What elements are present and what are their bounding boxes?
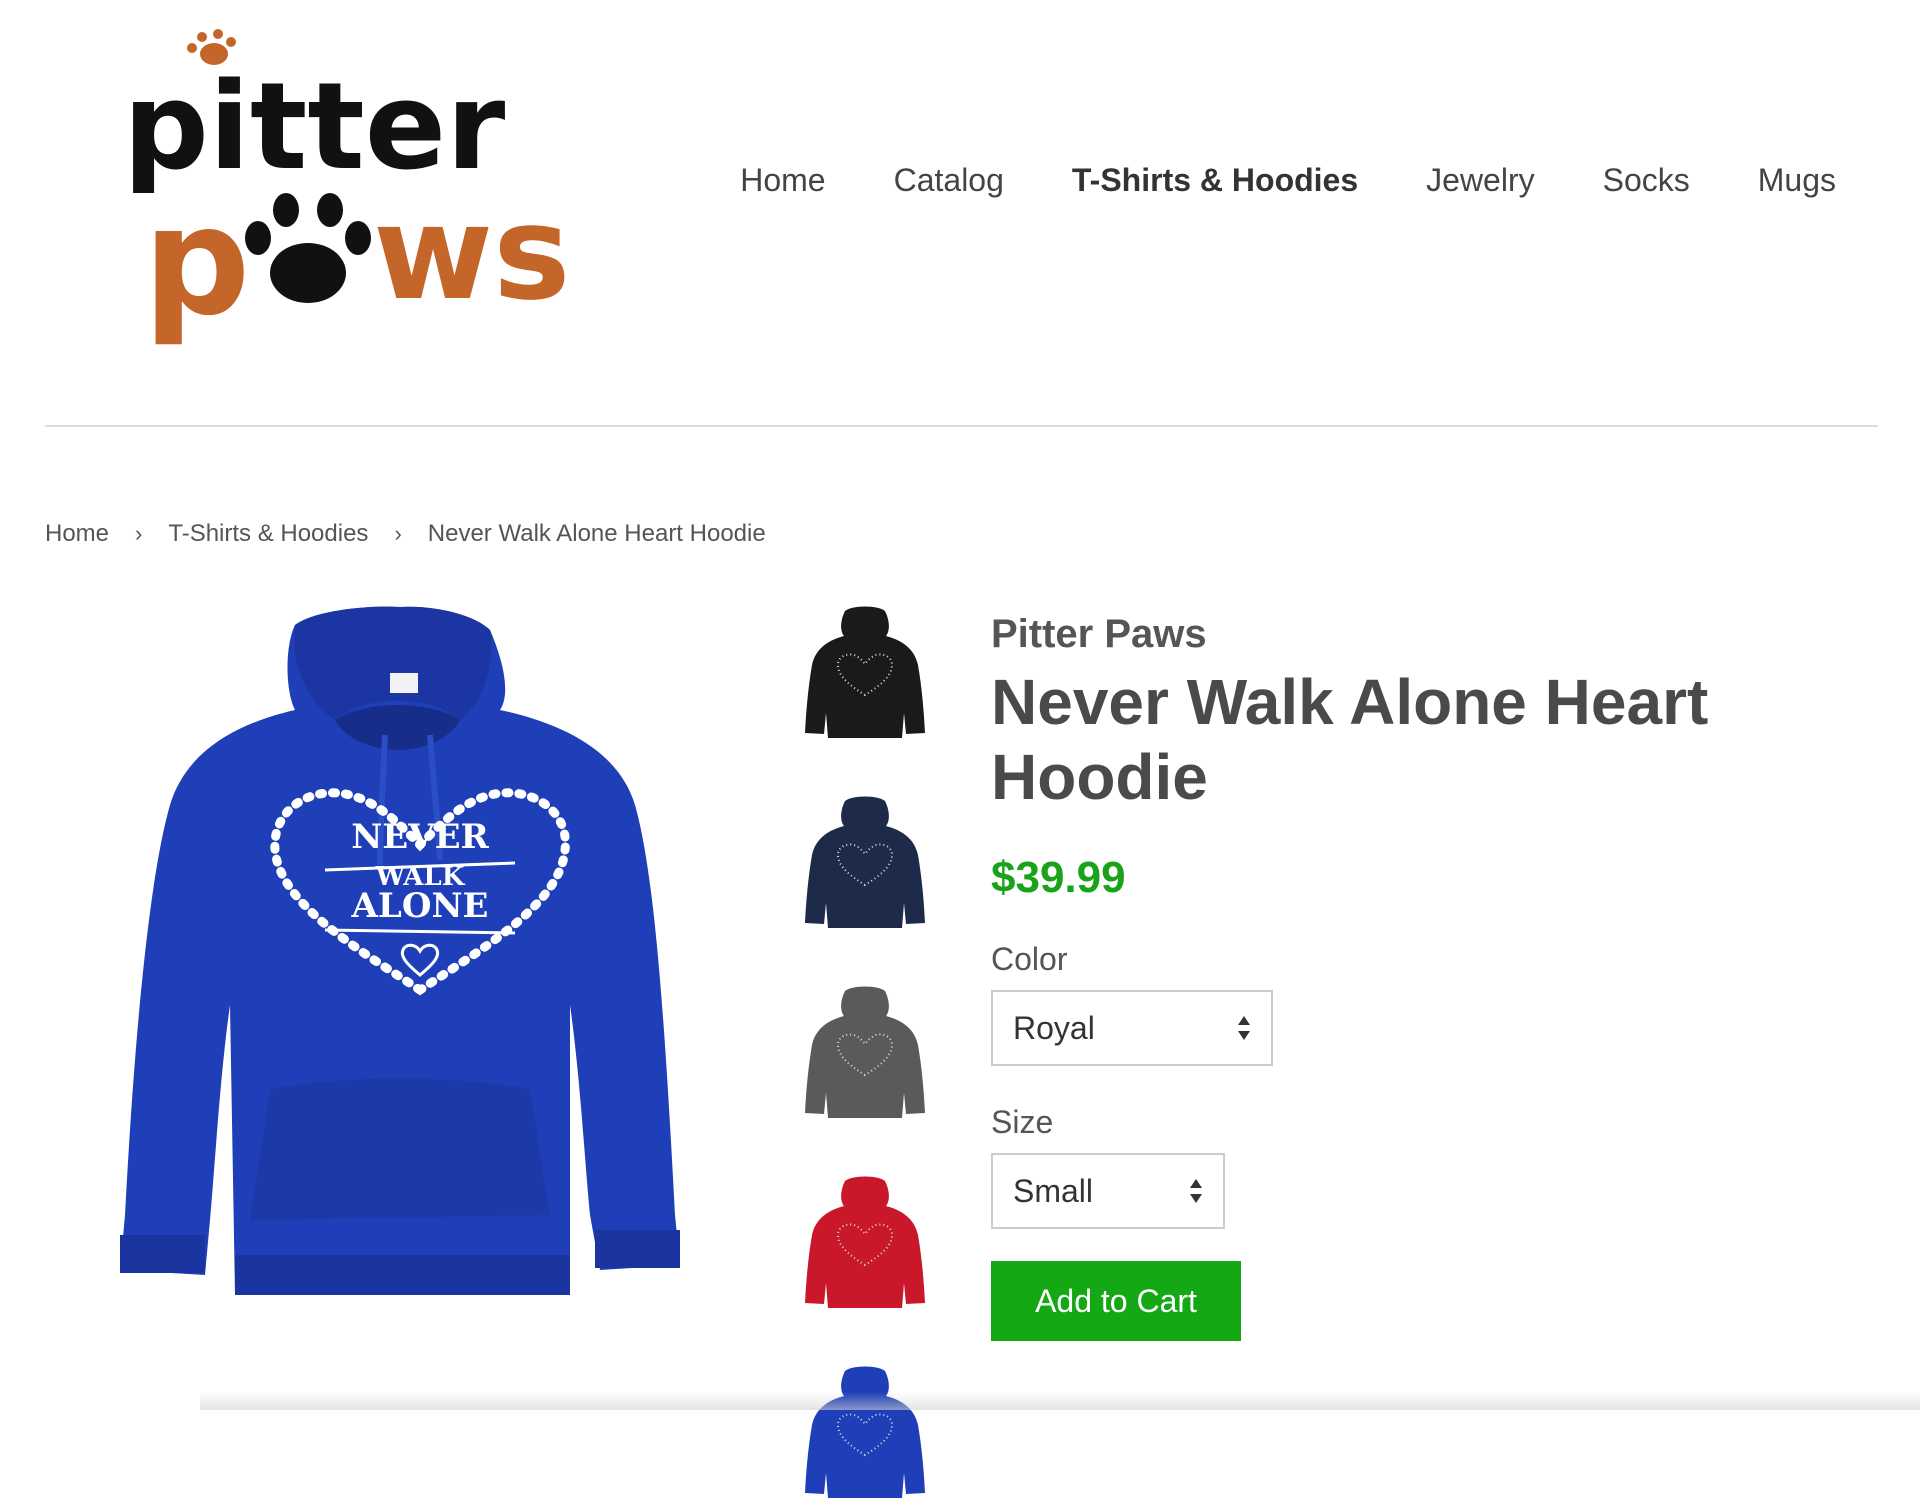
print-word-alone: ALONE	[351, 886, 489, 926]
bottom-shadow	[200, 1392, 1920, 1410]
thumbnail-charcoal[interactable]	[800, 983, 930, 1123]
breadcrumb-tshirts-hoodies[interactable]: T-Shirts & Hoodies	[168, 520, 368, 548]
hoodie-thumbnail-image	[805, 606, 925, 738]
hoodie-thumbnail-image	[805, 986, 925, 1118]
thumbnail-royal[interactable]	[800, 1363, 930, 1503]
product-details: Pitter Paws Never Walk Alone Heart Hoodi…	[991, 612, 1871, 1341]
nav-tshirts-hoodies[interactable]: T-Shirts & Hoodies	[1038, 162, 1392, 199]
product-title: Never Walk Alone Heart Hoodie	[991, 666, 1709, 813]
color-label: Color	[991, 941, 1068, 977]
size-label: Size	[991, 1104, 1054, 1140]
header-divider	[45, 425, 1878, 427]
size-select-value: Small	[1013, 1172, 1094, 1209]
main-nav: Home Catalog T-Shirts & Hoodies Jewelry …	[706, 162, 1870, 199]
hoodie-royal-image: NEVER WALK ALONE	[120, 606, 680, 1295]
breadcrumb-home[interactable]: Home	[45, 520, 109, 548]
breadcrumb-separator: ›	[135, 521, 143, 546]
color-select-value: Royal	[1013, 1009, 1095, 1046]
breadcrumb-current: Never Walk Alone Heart Hoodie	[427, 520, 766, 547]
thumbnail-navy[interactable]	[800, 793, 930, 933]
add-to-cart-button[interactable]: Add to Cart	[991, 1261, 1241, 1341]
breadcrumb-separator: ›	[394, 521, 402, 546]
thumbnail-hoodie-body	[805, 1366, 925, 1498]
hoodie-thumbnail-image	[805, 1366, 925, 1498]
print-word-never: NEVER	[351, 817, 489, 857]
size-select[interactable]: Small	[991, 1153, 1225, 1229]
logo-letter-p: p	[143, 175, 250, 348]
product-vendor[interactable]: Pitter Paws	[991, 612, 1871, 657]
nav-jewelry[interactable]: Jewelry	[1392, 162, 1568, 199]
select-arrows-icon	[1238, 1016, 1250, 1040]
thumbnail-red[interactable]	[800, 1173, 930, 1313]
big-paw-icon	[245, 193, 371, 303]
hoodie-thumbnail-image	[805, 1176, 925, 1308]
thumbnail-hoodie-body	[805, 1176, 925, 1308]
product-main-image[interactable]: NEVER WALK ALONE	[100, 605, 690, 1315]
thumbnail-hoodie-body	[805, 796, 925, 928]
product-price: $39.99	[991, 853, 1126, 902]
hoodie-thumbnail-image	[805, 796, 925, 928]
logo-letters-ws: ws	[373, 177, 570, 329]
nav-socks[interactable]: Socks	[1569, 162, 1724, 199]
nav-mugs[interactable]: Mugs	[1724, 162, 1870, 199]
thumbnail-hoodie-body	[805, 606, 925, 738]
site-logo[interactable]: pitter p ws	[118, 28, 578, 349]
breadcrumb: Home › T-Shirts & Hoodies › Never Walk A…	[45, 520, 766, 548]
nav-home[interactable]: Home	[706, 162, 859, 199]
thumbnail-black[interactable]	[800, 603, 930, 743]
select-arrows-icon	[1190, 1179, 1202, 1203]
nav-catalog[interactable]: Catalog	[860, 162, 1038, 199]
pitter-paws-logo: pitter p ws	[123, 29, 570, 349]
thumbnail-hoodie-body	[805, 986, 925, 1118]
color-select[interactable]: Royal	[991, 990, 1273, 1066]
